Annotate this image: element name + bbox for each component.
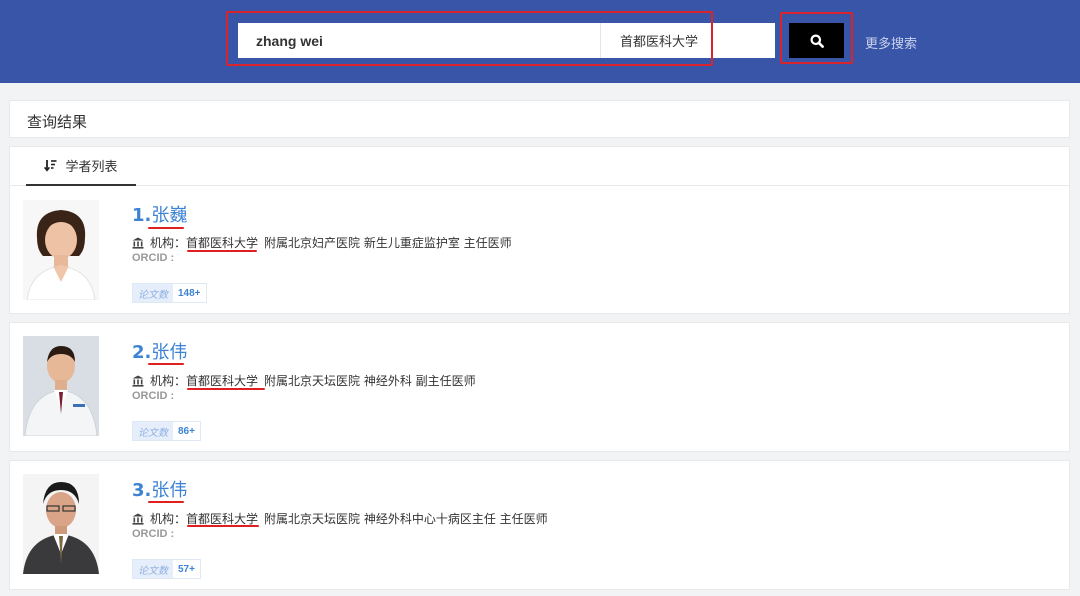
orcid-label: ORCID :: [132, 252, 175, 264]
search-button-highlight-box: [780, 12, 853, 64]
orcid-label: ORCID :: [132, 390, 175, 402]
sort-icon: [44, 160, 57, 172]
university-underline-mark: [187, 525, 259, 527]
scholar-photo: [23, 336, 99, 436]
results-tabs: 学者列表: [9, 146, 1070, 186]
scholar-name-link[interactable]: 3.张伟: [132, 476, 187, 502]
affiliation-text: 附属北京天坛医院 神经外科 副主任医师: [264, 374, 476, 388]
scholar-card: 1.张巍 机构： 首都医科大学 附属北京妇产医院 新生儿重症监护室 主任医师 ORC…: [9, 186, 1070, 314]
scholar-card: 2.张伟 机构： 首都医科大学 附属北京天坛医院 神经外科 副主任医师 ORCID …: [9, 322, 1070, 452]
university-underline-mark: [187, 388, 265, 390]
name-underline-mark: [148, 501, 184, 503]
results-title: 查询结果: [27, 113, 88, 131]
scholar-name-link[interactable]: 1.张巍: [132, 201, 187, 227]
results-title-panel: 查询结果: [9, 100, 1070, 138]
university-underline-mark: [187, 250, 257, 252]
more-search-link[interactable]: 更多搜索: [865, 33, 917, 52]
university-name[interactable]: 首都医科大学: [186, 372, 258, 389]
scholar-card: 3.张伟 机构： 首都医科大学 附属北京天坛医院 神经外科中心十病区主任 主任医师 …: [9, 460, 1070, 590]
affiliation-text: 附属北京天坛医院 神经外科中心十病区主任 主任医师: [264, 512, 548, 526]
institution-line: 机构： 首都医科大学 附属北京妇产医院 新生儿重症监护室 主任医师: [132, 234, 512, 251]
tab-scholar-list-label: 学者列表: [65, 160, 118, 175]
institution-icon: [132, 513, 144, 525]
paper-count-badge[interactable]: 论文数 57+: [132, 559, 201, 579]
scholar-photo: [23, 474, 99, 574]
scholar-photo: [23, 200, 99, 300]
paper-count-badge[interactable]: 论文数 86+: [132, 421, 201, 441]
institution-icon: [132, 237, 144, 249]
institution-icon: [132, 375, 144, 387]
tab-scholar-list[interactable]: 学者列表: [26, 147, 136, 186]
search-highlight-box: [226, 11, 713, 66]
name-underline-mark: [148, 363, 184, 365]
university-name[interactable]: 首都医科大学: [186, 234, 258, 251]
name-underline-mark: [148, 227, 184, 229]
orcid-label: ORCID :: [132, 528, 175, 540]
paper-count-badge[interactable]: 论文数 148+: [132, 283, 207, 303]
affiliation-text: 附属北京妇产医院 新生儿重症监护室 主任医师: [264, 236, 512, 250]
top-header: 更多搜索: [0, 0, 1080, 83]
institution-line: 机构： 首都医科大学 附属北京天坛医院 神经外科 副主任医师: [132, 372, 476, 389]
scholar-name-link[interactable]: 2.张伟: [132, 338, 187, 364]
